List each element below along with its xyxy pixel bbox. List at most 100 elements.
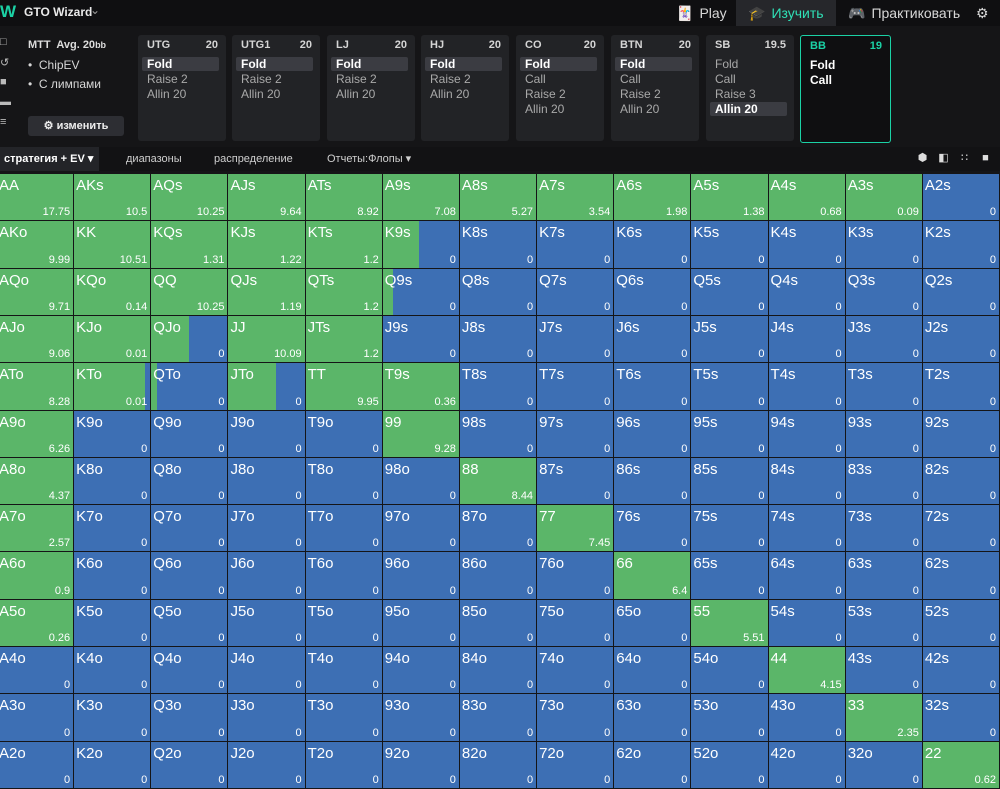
hand-cell[interactable]: A7s 3.54 [537,174,614,221]
tab-strategy-ev[interactable]: стратегия + EV ▾ [0,147,100,171]
hand-cell[interactable]: 87s 0 [537,457,614,505]
hand-cell[interactable]: T4s 0 [768,363,845,410]
hand-cell[interactable]: 95o 0 [382,599,459,647]
hand-cell[interactable]: J3o 0 [228,694,305,741]
hand-cell[interactable]: 99 9.28 [382,410,459,457]
hand-cell[interactable]: Q2s 0 [922,268,999,315]
change-button[interactable]: ⚙ изменить [28,116,124,136]
hand-cell[interactable]: T6s 0 [614,363,691,410]
hand-cell[interactable]: 75s 0 [691,505,768,552]
action-option[interactable]: Fold [425,57,502,71]
hand-cell[interactable]: 42s 0 [922,647,999,694]
hand-cell[interactable]: K9o 0 [74,410,151,457]
hand-cell[interactable]: K4s 0 [768,221,845,268]
hand-cell[interactable]: 82s 0 [922,457,999,505]
hand-cell[interactable]: A2o 0 [0,741,74,788]
position-card-utg[interactable]: UTG 20 Fold Raise 2 Allin 20 [138,35,226,141]
hand-cell[interactable]: T8o 0 [305,457,382,505]
hand-cell[interactable]: A4o 0 [0,647,74,694]
hand-cell[interactable]: Q9s 0 [382,268,459,315]
action-option[interactable]: Raise 2 [236,72,313,86]
hand-cell[interactable]: A2s 0 [922,174,999,221]
hand-cell[interactable]: AKs 10.5 [74,174,151,221]
hand-cell[interactable]: K6o 0 [74,552,151,599]
hand-cell[interactable]: 83o 0 [459,694,537,741]
hand-cell[interactable]: 86s 0 [614,457,691,505]
nav-study[interactable]: 🎓 Изучить [736,0,836,26]
hand-cell[interactable]: QTs 1.2 [305,268,382,315]
action-option[interactable]: Fold [710,57,787,71]
hand-cell[interactable]: 76s 0 [614,505,691,552]
hand-cell[interactable]: Q3o 0 [151,694,228,741]
action-option[interactable]: Raise 2 [615,87,692,101]
action-option[interactable]: Fold [142,57,219,71]
hand-cell[interactable]: Q4s 0 [768,268,845,315]
position-card-sb[interactable]: SB 19.5 Fold Call Raise 3 Allin 20 [706,35,794,141]
hand-cell[interactable]: J2o 0 [228,741,305,788]
hand-cell[interactable]: 98o 0 [382,457,459,505]
copy-icon[interactable]: □ [0,36,10,56]
position-card-bb[interactable]: BB 19 Fold Call [800,35,891,143]
hand-cell[interactable]: 52s 0 [922,599,999,647]
hand-cell[interactable]: 72o 0 [537,741,614,788]
hand-cell[interactable]: J9s 0 [382,315,459,363]
hand-cell[interactable]: 66 6.4 [614,552,691,599]
action-option[interactable]: Allin 20 [520,102,597,116]
hand-cell[interactable]: A5o 0.26 [0,599,74,647]
hand-cell[interactable]: Q7s 0 [537,268,614,315]
hand-cell[interactable]: 74o 0 [537,647,614,694]
hand-cell[interactable]: 97o 0 [382,505,459,552]
action-option[interactable]: Fold [805,58,882,72]
hand-cell[interactable]: 87o 0 [459,505,537,552]
hand-cell[interactable]: KK 10.51 [74,221,151,268]
hand-cell[interactable]: K6s 0 [614,221,691,268]
hand-cell[interactable]: T7s 0 [537,363,614,410]
hand-cell[interactable]: T5o 0 [305,599,382,647]
hand-cell[interactable]: J3s 0 [845,315,922,363]
hand-cell[interactable]: J8s 0 [459,315,537,363]
hand-cell[interactable]: A6o 0.9 [0,552,74,599]
hand-cell[interactable]: T3o 0 [305,694,382,741]
hand-cell[interactable]: 74s 0 [768,505,845,552]
action-option[interactable]: Allin 20 [142,87,219,101]
hand-cell[interactable]: KQo 0.14 [74,268,151,315]
action-option[interactable]: Call [520,72,597,86]
hand-cell[interactable]: J4o 0 [228,647,305,694]
action-option[interactable]: Allin 20 [331,87,408,101]
settings-icon[interactable]: ≡ [0,116,10,136]
action-option[interactable]: Raise 2 [142,72,219,86]
hand-cell[interactable]: Q7o 0 [151,505,228,552]
hand-cell[interactable]: 96s 0 [614,410,691,457]
hand-cell[interactable]: ATo 8.28 [0,363,74,410]
hand-cell[interactable]: AA 17.75 [0,174,74,221]
hand-cell[interactable]: 85o 0 [459,599,537,647]
hand-cell[interactable]: 54s 0 [768,599,845,647]
hand-cell[interactable]: 72s 0 [922,505,999,552]
hand-cell[interactable]: Q8s 0 [459,268,537,315]
action-option[interactable]: Raise 2 [331,72,408,86]
hand-cell[interactable]: QJs 1.19 [228,268,305,315]
hand-cell[interactable]: AKo 9.99 [0,221,74,268]
hand-cell[interactable]: 43o 0 [768,694,845,741]
hand-cell[interactable]: Q6s 0 [614,268,691,315]
hand-cell[interactable]: A9s 7.08 [382,174,459,221]
hand-cell[interactable]: ATs 8.92 [305,174,382,221]
action-option[interactable]: Fold [615,57,692,71]
hand-cell[interactable]: K2o 0 [74,741,151,788]
nav-practice[interactable]: 🎮 Практиковать [848,0,960,26]
hand-cell[interactable]: K8o 0 [74,457,151,505]
hand-cell[interactable]: 53s 0 [845,599,922,647]
hand-cell[interactable]: 73s 0 [845,505,922,552]
hand-cell[interactable]: 82o 0 [459,741,537,788]
action-option[interactable]: Call [615,72,692,86]
hand-cell[interactable]: 94o 0 [382,647,459,694]
hand-cell[interactable]: A9o 6.26 [0,410,74,457]
hand-cell[interactable]: QTo 0 [151,363,228,410]
hand-cell[interactable]: J5s 0 [691,315,768,363]
hand-cell[interactable]: 53o 0 [691,694,768,741]
cube-icon[interactable]: ⬢ [914,151,931,166]
action-option[interactable]: Call [805,73,882,87]
tab-distribution[interactable]: распределение [214,147,293,171]
hand-cell[interactable]: JJ 10.09 [228,315,305,363]
hand-cell[interactable]: 86o 0 [459,552,537,599]
